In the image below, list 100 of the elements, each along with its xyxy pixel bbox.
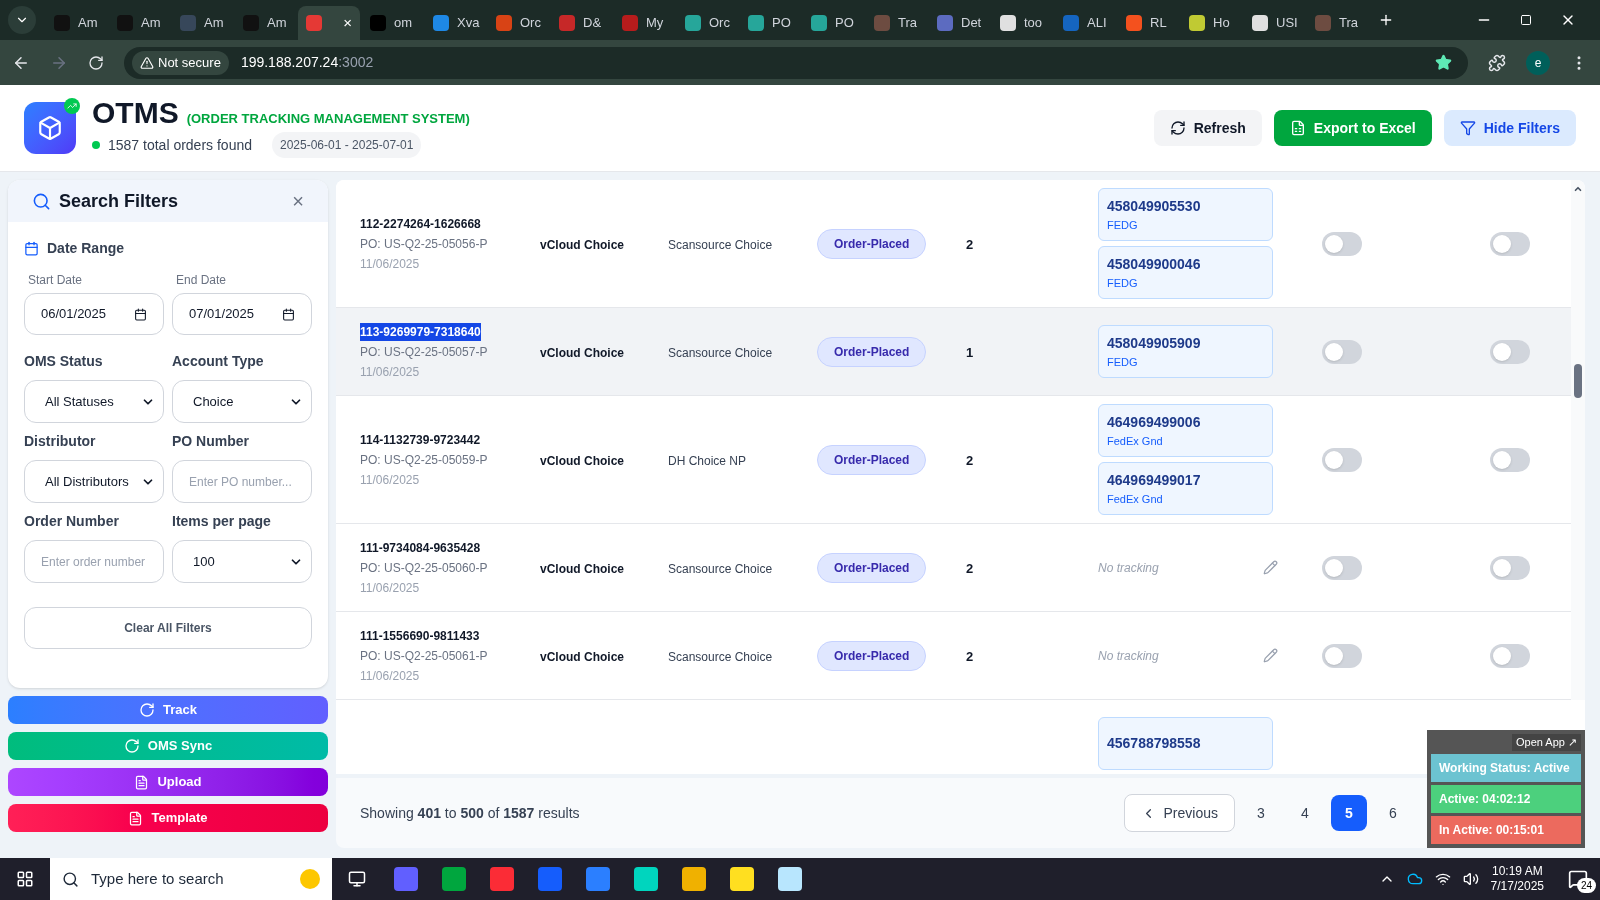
volume-icon[interactable] — [1462, 871, 1479, 887]
app-icon[interactable] — [394, 867, 418, 891]
new-tab-icon[interactable] — [1378, 12, 1394, 28]
tracking-card[interactable]: 464969499006 FedEx Gnd — [1098, 404, 1273, 457]
tracking-card[interactable]: 458049905909 FEDG — [1098, 325, 1273, 378]
page-button[interactable]: 4 — [1287, 795, 1323, 831]
close-button[interactable]: × — [292, 186, 304, 216]
distributor-cell: DH Choice NP — [668, 453, 747, 468]
action-button[interactable]: Template — [8, 804, 328, 832]
start-icon[interactable] — [16, 870, 34, 888]
reload-icon[interactable] — [88, 54, 104, 71]
tab-title: om — [394, 14, 413, 33]
app-icon[interactable] — [586, 867, 610, 891]
browser-tab[interactable]: PO — [740, 6, 801, 40]
tracking-card[interactable]: 458049905530 FEDG — [1098, 188, 1273, 241]
action-button[interactable]: Track — [8, 696, 328, 724]
app-icon[interactable] — [730, 867, 754, 891]
date-field[interactable]: 06/01/2025 — [24, 293, 164, 335]
select-field[interactable]: Choice — [172, 380, 312, 423]
app-icon[interactable] — [442, 867, 466, 891]
header-button[interactable]: Refresh — [1153, 110, 1262, 146]
calendar-icon[interactable] — [134, 307, 147, 321]
task-view-icon[interactable] — [348, 870, 366, 888]
page-button[interactable]: 3 — [1243, 795, 1279, 831]
browser-tab[interactable]: Am — [172, 6, 233, 40]
results-summary: Showing 401 to 500 of 1587 results — [360, 803, 580, 823]
app-icon[interactable] — [778, 867, 802, 891]
tracking-card[interactable]: 456788798558 — [1098, 717, 1273, 770]
clock[interactable]: 10:19 AM 7/17/2025 — [1490, 864, 1544, 894]
search-icon — [62, 870, 79, 888]
open-app-link[interactable]: Open App ↗ — [1512, 734, 1581, 751]
field-label: Items per page — [172, 512, 272, 531]
browser-tab[interactable]: too — [992, 6, 1053, 40]
scrollbar[interactable] — [1571, 180, 1585, 700]
app-icon[interactable] — [634, 867, 658, 891]
po-number: PO: US-Q2-25-05056-P — [360, 235, 489, 253]
app-icon[interactable] — [682, 867, 706, 891]
page-button[interactable]: 6 — [1375, 795, 1411, 831]
header-button[interactable]: Hide Filters — [1443, 110, 1576, 146]
edit-icon[interactable] — [1263, 560, 1278, 575]
calendar-icon[interactable] — [282, 307, 295, 321]
browser-tab[interactable]: Tra — [1307, 6, 1368, 40]
working-status: Working Status: Active — [1431, 753, 1581, 782]
maximize-icon[interactable] — [1520, 14, 1532, 26]
browser-tab[interactable]: om — [362, 6, 423, 40]
app-icon[interactable] — [490, 867, 514, 891]
scroll-up-icon[interactable] — [1573, 184, 1583, 194]
tab-list-button[interactable] — [8, 6, 36, 34]
toggle-switch[interactable] — [1322, 339, 1362, 364]
order-number: 114-1132739-9723442 — [360, 431, 481, 449]
address-bar[interactable]: Not secure 199.188.207.24:3002 — [124, 46, 1468, 79]
browser-tab[interactable]: Tra — [866, 6, 927, 40]
browser-tab[interactable]: ALI — [1055, 6, 1116, 40]
account-cell: vCloud Choice — [540, 453, 624, 468]
select-field[interactable]: All Statuses — [24, 380, 164, 423]
cloud-icon[interactable] — [1406, 871, 1423, 887]
network-icon[interactable] — [1434, 871, 1451, 887]
browser-tab[interactable]: USI — [1244, 6, 1305, 40]
toggle-switch[interactable] — [1322, 555, 1362, 580]
tracking-card[interactable]: 458049900046 FEDG — [1098, 246, 1273, 299]
browser-tab[interactable]: My — [614, 6, 675, 40]
clear-filters-button[interactable]: Clear All Filters — [24, 607, 312, 649]
browser-tab[interactable]: Ho — [1181, 6, 1242, 40]
search-icon — [32, 191, 51, 211]
scrollbar-thumb[interactable] — [1574, 364, 1582, 398]
taskbar-search[interactable]: Type here to search — [50, 858, 332, 900]
select-field[interactable]: All Distributors — [24, 460, 164, 503]
toggle-switch[interactable] — [1490, 555, 1530, 580]
emoji-icon — [300, 869, 320, 889]
browser-tab[interactable]: Am — [46, 6, 107, 40]
browser-tab[interactable]: × — [298, 6, 360, 40]
app-icon[interactable] — [538, 867, 562, 891]
select-field[interactable]: 100 — [172, 540, 312, 583]
date-field[interactable]: 07/01/2025 — [172, 293, 312, 335]
browser-tab[interactable]: Am — [235, 6, 296, 40]
toggle-switch[interactable] — [1490, 447, 1530, 472]
toggle-switch[interactable] — [1322, 643, 1362, 668]
security-chip[interactable]: Not secure — [132, 50, 229, 75]
toggle-switch[interactable] — [1490, 643, 1530, 668]
toggle-switch[interactable] — [1490, 339, 1530, 364]
browser-tab[interactable]: Orc — [488, 6, 549, 40]
bookmark-star-icon[interactable] — [1435, 54, 1452, 71]
browser-tab[interactable]: PO — [803, 6, 864, 40]
browser-tab[interactable]: Xva — [425, 6, 486, 40]
toggle-switch[interactable] — [1490, 231, 1530, 256]
toggle-switch[interactable] — [1322, 231, 1362, 256]
tab-close-button[interactable]: × — [343, 11, 352, 35]
previous-button[interactable]: Previous — [1123, 794, 1235, 832]
browser-tab[interactable]: Det — [929, 6, 990, 40]
edit-icon[interactable] — [1263, 648, 1278, 663]
toggle-switch[interactable] — [1322, 447, 1362, 472]
action-button[interactable]: Upload — [8, 768, 328, 796]
browser-tab[interactable]: Am — [109, 6, 170, 40]
extensions-icon[interactable] — [1488, 53, 1506, 72]
page-button[interactable]: 5 — [1331, 795, 1367, 831]
browser-tab[interactable]: D& — [551, 6, 612, 40]
tracking-card[interactable]: 464969499017 FedEx Gnd — [1098, 462, 1273, 515]
browser-tab[interactable]: Orc — [677, 6, 738, 40]
browser-tab[interactable]: RL — [1118, 6, 1179, 40]
profile-avatar[interactable]: e — [1526, 50, 1550, 75]
